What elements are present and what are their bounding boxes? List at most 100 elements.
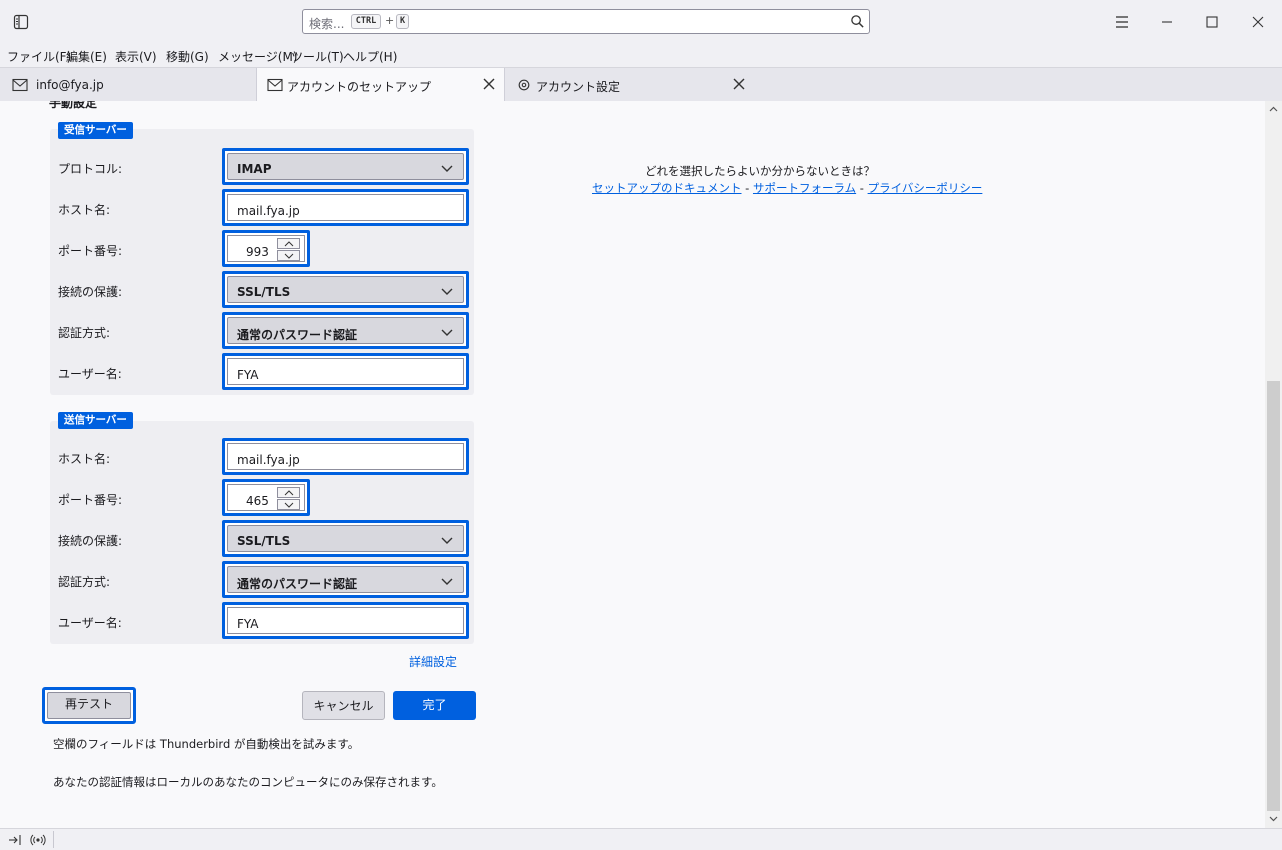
shortcut-plus: + — [385, 14, 395, 27]
tab-inbox[interactable]: info@fya.jp — [0, 68, 256, 101]
retest-button[interactable]: 再テスト — [42, 687, 136, 724]
tab-account-settings[interactable]: アカウント設定 — [506, 68, 756, 101]
outgoing-port-label: ポート番号: — [58, 493, 123, 507]
incoming-username-input[interactable]: FYA — [222, 353, 469, 390]
incoming-port-label: ポート番号: — [58, 244, 123, 258]
spin-down-button[interactable] — [277, 499, 300, 510]
global-search-input[interactable]: 検索... CTRL + K — [302, 9, 870, 34]
incoming-username-label: ユーザー名: — [58, 367, 122, 381]
maximize-icon[interactable] — [1202, 12, 1222, 32]
incoming-auth-label: 認証方式: — [58, 326, 111, 340]
minimize-icon[interactable] — [1157, 12, 1177, 32]
account-setup-page: 手動設定 受信サーバー プロトコル: IMAP ホスト名: mail.fya.j… — [0, 101, 1265, 828]
online-status-icon[interactable] — [30, 833, 46, 847]
input-value: FYA — [237, 617, 259, 631]
menu-help[interactable]: ヘルプ(H) — [343, 48, 397, 65]
menu-message[interactable]: メッセージ(M) — [218, 48, 297, 65]
window-close-icon[interactable] — [1248, 12, 1268, 32]
privacy-policy-link[interactable]: プライバシーポリシー — [868, 181, 983, 195]
select-box: 通常のパスワード認証 — [227, 317, 464, 344]
menu-go[interactable]: 移動(G) — [166, 48, 209, 65]
input-box: FYA — [227, 358, 464, 385]
input-box: mail.fya.jp — [227, 194, 464, 221]
pane-toggle-icon[interactable] — [7, 833, 23, 847]
scrollbar-thumb[interactable] — [1267, 381, 1280, 811]
gear-icon — [518, 79, 530, 91]
incoming-port-input[interactable]: 993 — [222, 230, 310, 267]
selected-value: 通常のパスワード認証 — [237, 328, 358, 342]
search-icon[interactable] — [850, 14, 865, 29]
tab-bar: info@fya.jp アカウントのセットアップ アカウント設定 — [0, 67, 1282, 101]
status-bar — [0, 828, 1282, 850]
done-button[interactable]: 完了 — [393, 691, 476, 720]
select-box: SSL/TLS — [227, 276, 464, 303]
close-icon[interactable] — [731, 76, 747, 92]
input-box: FYA — [227, 607, 464, 634]
incoming-host-label: ホスト名: — [58, 203, 111, 217]
vertical-scrollbar[interactable] — [1265, 101, 1282, 828]
sidebar-toggle-icon[interactable] — [13, 14, 29, 30]
mail-icon — [12, 78, 28, 92]
menu-tools[interactable]: ツール(T) — [291, 48, 344, 65]
status-separator — [53, 831, 54, 848]
app-menu-icon[interactable] — [1112, 12, 1132, 32]
incoming-protocol-select[interactable]: IMAP — [222, 148, 469, 185]
menu-view[interactable]: 表示(V) — [115, 48, 157, 65]
outgoing-server-badge: 送信サーバー — [58, 412, 133, 429]
menu-bar: ファイル(F) 編集(E) 表示(V) 移動(G) メッセージ(M) ツール(T… — [0, 44, 1282, 66]
incoming-server-badge: 受信サーバー — [58, 122, 133, 139]
mail-icon — [267, 78, 283, 92]
scroll-down-icon[interactable] — [1268, 813, 1279, 824]
menu-edit[interactable]: 編集(E) — [66, 48, 107, 65]
spin-up-button[interactable] — [277, 487, 300, 498]
input-value: mail.fya.jp — [237, 204, 300, 218]
input-box: 465 — [227, 484, 305, 511]
chevron-down-icon — [441, 537, 453, 544]
setup-docs-link[interactable]: セットアップのドキュメント — [592, 181, 742, 195]
incoming-auth-select[interactable]: 通常のパスワード認証 — [222, 312, 469, 349]
outgoing-auth-label: 認証方式: — [58, 575, 111, 589]
outgoing-host-input[interactable]: mail.fya.jp — [222, 438, 469, 475]
input-box: mail.fya.jp — [227, 443, 464, 470]
selected-value: SSL/TLS — [237, 285, 291, 299]
advanced-config-link[interactable]: 詳細設定 — [409, 653, 457, 670]
spin-up-button[interactable] — [277, 238, 300, 249]
spin-down-button[interactable] — [277, 250, 300, 261]
tab-account-setup-label: アカウントのセットアップ — [287, 80, 432, 94]
support-forum-link[interactable]: サポートフォーラム — [753, 181, 856, 195]
outgoing-port-input[interactable]: 465 — [222, 479, 310, 516]
input-value: mail.fya.jp — [237, 453, 300, 467]
page-title: 手動設定 — [49, 101, 98, 110]
tab-inbox-label: info@fya.jp — [36, 78, 104, 92]
incoming-host-input[interactable]: mail.fya.jp — [222, 189, 469, 226]
incoming-security-label: 接続の保護: — [58, 285, 123, 299]
chevron-down-icon — [441, 288, 453, 295]
chevron-up-icon — [284, 241, 294, 247]
chevron-down-icon — [441, 329, 453, 336]
link-separator: - — [741, 181, 753, 195]
incoming-security-select[interactable]: SSL/TLS — [222, 271, 469, 308]
chevron-down-icon — [284, 502, 294, 508]
shortcut-key-ctrl: CTRL — [351, 14, 381, 29]
chevron-down-icon — [441, 578, 453, 585]
outgoing-username-input[interactable]: FYA — [222, 602, 469, 639]
input-value: 465 — [246, 494, 269, 508]
shortcut-key-k: K — [396, 14, 409, 29]
outgoing-security-select[interactable]: SSL/TLS — [222, 520, 469, 557]
title-bar: 検索... CTRL + K — [0, 0, 1282, 44]
autodetect-note: 空欄のフィールドは Thunderbird が自動検出を試みます。 — [53, 737, 360, 751]
help-question: どれを選択したらよいか分からないときは？ — [645, 164, 875, 178]
outgoing-username-label: ユーザー名: — [58, 616, 122, 630]
scroll-up-icon[interactable] — [1268, 104, 1279, 115]
tab-account-setup[interactable]: アカウントのセットアップ — [256, 68, 505, 101]
cancel-button[interactable]: キャンセル — [302, 691, 385, 720]
outgoing-auth-select[interactable]: 通常のパスワード認証 — [222, 561, 469, 598]
tab-account-settings-label: アカウント設定 — [536, 80, 621, 94]
outgoing-security-label: 接続の保護: — [58, 534, 123, 548]
link-separator: - — [856, 181, 868, 195]
menu-file[interactable]: ファイル(F) — [7, 48, 71, 65]
chevron-down-icon — [284, 253, 294, 259]
close-icon[interactable] — [481, 76, 497, 92]
select-box: 通常のパスワード認証 — [227, 566, 464, 593]
selected-value: IMAP — [237, 162, 272, 176]
